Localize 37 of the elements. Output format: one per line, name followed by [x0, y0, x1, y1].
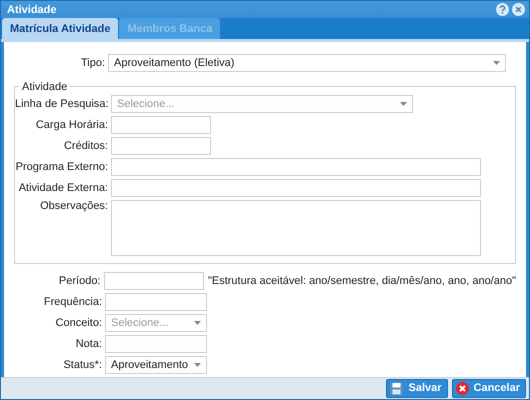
input-field[interactable]: [111, 136, 211, 155]
save-button[interactable]: Salvar: [386, 378, 448, 398]
field-label: Período:: [58, 274, 102, 287]
input-field[interactable]: [111, 178, 481, 197]
close-icon[interactable]: [512, 3, 525, 16]
input-field[interactable]: [104, 272, 204, 290]
input-field[interactable]: [105, 334, 207, 353]
field-label: Nota:: [74, 338, 103, 350]
text-area[interactable]: [111, 200, 481, 256]
dropdown-caret-icon[interactable]: [400, 102, 407, 106]
hint-text: "Estrutura aceitável: ano/semestre, dia/mês/ano, ano, ano/ano": [208, 274, 516, 287]
field-label: Frequência:: [42, 296, 103, 308]
help-icon[interactable]: [496, 3, 509, 16]
cancel-icon: [456, 382, 469, 395]
input-field[interactable]: [111, 158, 481, 176]
input-field[interactable]: [111, 116, 211, 134]
dropdown-field[interactable]: Aproveitamento (Eletiva): [108, 54, 506, 72]
field-label: Tipo:: [80, 56, 106, 69]
field-label: Linha de Pesquisa:: [15, 98, 110, 110]
dropdown-caret-icon[interactable]: [493, 60, 500, 65]
input-field[interactable]: [105, 292, 207, 311]
group-legend: Atividade: [19, 80, 70, 93]
dropdown-field[interactable]: Selecione...: [111, 94, 413, 113]
dropdown-field[interactable]: Selecione...: [105, 314, 207, 332]
field-label: Status*:: [62, 358, 103, 371]
dropdown-field[interactable]: Aproveitamento: [105, 356, 207, 374]
tab[interactable]: Matrícula Atividade: [2, 18, 118, 40]
field-label: Atividade Externa:: [18, 182, 109, 194]
field-label: Observações:: [39, 200, 109, 212]
field-label: Conceito:: [54, 316, 103, 329]
field-label: Carga Horária:: [34, 118, 109, 131]
field-label: Programa Externo:: [15, 160, 109, 173]
dropdown-caret-icon[interactable]: [194, 362, 201, 367]
dropdown-caret-icon[interactable]: [194, 320, 201, 325]
field-label: Créditos:: [62, 140, 109, 152]
cancel-button[interactable]: Cancelar: [452, 378, 526, 398]
window-title: Atividade: [7, 4, 58, 16]
